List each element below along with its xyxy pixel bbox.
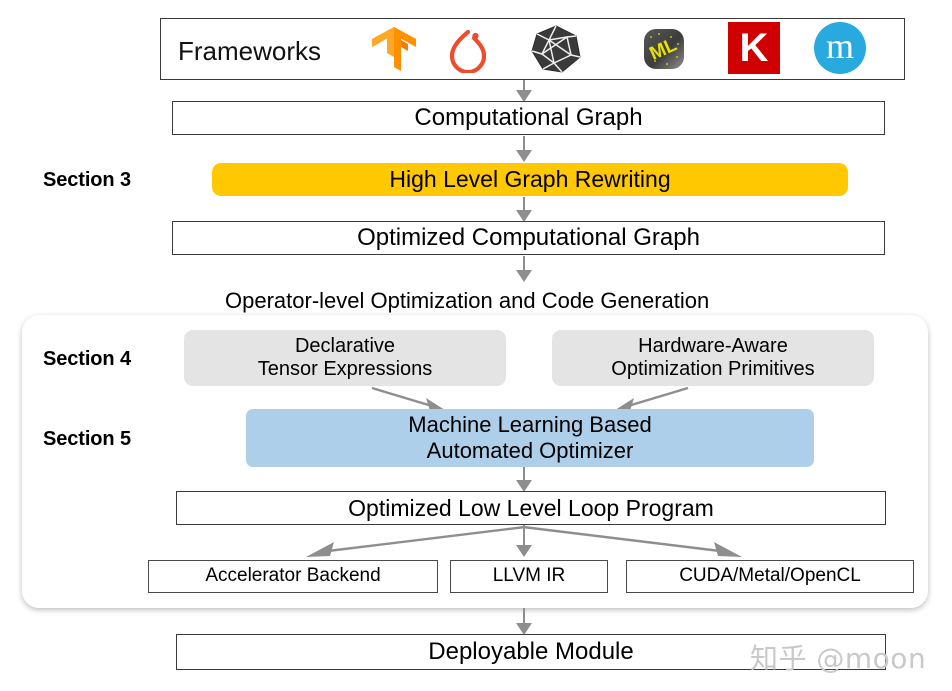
arrow-frameworks-to-computational-graph xyxy=(513,80,535,102)
pytorch-icon xyxy=(449,29,487,73)
mxnet-logo-letter: m xyxy=(825,26,854,66)
diagram-canvas: Frameworks ML K m Computational Graph Se… xyxy=(0,0,952,691)
keras-logo-letter: K xyxy=(739,26,769,70)
tensorflow-logo xyxy=(366,22,422,76)
coreml-icon: ML xyxy=(644,29,684,69)
arrow-optimizer-to-loop-program xyxy=(513,467,535,492)
arrow-computational-graph-to-rewriting xyxy=(513,136,535,162)
arrow-loop-program-to-gpu xyxy=(522,525,742,557)
computational-graph-box: Computational Graph xyxy=(172,101,885,135)
llvm-ir-label: LLVM IR xyxy=(492,565,566,587)
section-3-label: Section 3 xyxy=(43,169,132,191)
cuda-metal-opencl-box: CUDA/Metal/OpenCL xyxy=(626,560,914,593)
keras-logo: K xyxy=(728,22,780,74)
pytorch-logo xyxy=(444,24,492,74)
optimized-low-level-loop-program-label: Optimized Low Level Loop Program xyxy=(348,494,714,521)
llvm-ir-box: LLVM IR xyxy=(450,560,608,593)
arrow-loop-program-to-accelerator xyxy=(306,525,526,557)
arrow-optimized-graph-to-operator-level xyxy=(513,256,535,282)
hardware-aware-optimization-primitives-label: Hardware-Aware Optimization Primitives xyxy=(611,334,815,380)
cuda-metal-opencl-label: CUDA/Metal/OpenCL xyxy=(679,565,861,587)
zhihu-watermark: 知乎 @moon xyxy=(750,642,927,675)
arrow-panel-to-deployable-module xyxy=(513,608,535,635)
accelerator-backend-box: Accelerator Backend xyxy=(148,560,438,593)
tensorflow-icon xyxy=(372,27,416,71)
hardware-aware-optimization-primitives-box: Hardware-Aware Optimization Primitives xyxy=(552,330,874,386)
high-level-graph-rewriting-box: High Level Graph Rewriting xyxy=(212,163,848,196)
frameworks-label: Frameworks xyxy=(178,36,322,66)
deployable-module-label: Deployable Module xyxy=(428,638,634,666)
accelerator-backend-label: Accelerator Backend xyxy=(205,565,381,587)
declarative-tensor-expressions-label: Declarative Tensor Expressions xyxy=(257,334,433,380)
operator-level-optimization-title: Operator-level Optimization and Code Gen… xyxy=(225,288,710,313)
ml-based-automated-optimizer-box: Machine Learning Based Automated Optimiz… xyxy=(246,409,814,467)
declarative-tensor-expressions-box: Declarative Tensor Expressions xyxy=(184,330,506,386)
section-4-label: Section 4 xyxy=(43,348,132,370)
coreml-logo: ML xyxy=(636,22,692,76)
optimized-low-level-loop-program-box: Optimized Low Level Loop Program xyxy=(176,491,886,525)
onnx-logo xyxy=(528,22,584,76)
optimized-computational-graph-box: Optimized Computational Graph xyxy=(172,221,885,255)
mxnet-logo: m xyxy=(814,22,866,74)
ml-based-automated-optimizer-label: Machine Learning Based Automated Optimiz… xyxy=(408,412,652,463)
optimized-computational-graph-label: Optimized Computational Graph xyxy=(357,224,700,252)
section-5-label: Section 5 xyxy=(43,428,132,450)
onnx-icon xyxy=(531,25,581,73)
high-level-graph-rewriting-label: High Level Graph Rewriting xyxy=(389,166,671,193)
computational-graph-label: Computational Graph xyxy=(414,104,643,132)
arrow-rewriting-to-optimized-graph xyxy=(513,197,535,222)
